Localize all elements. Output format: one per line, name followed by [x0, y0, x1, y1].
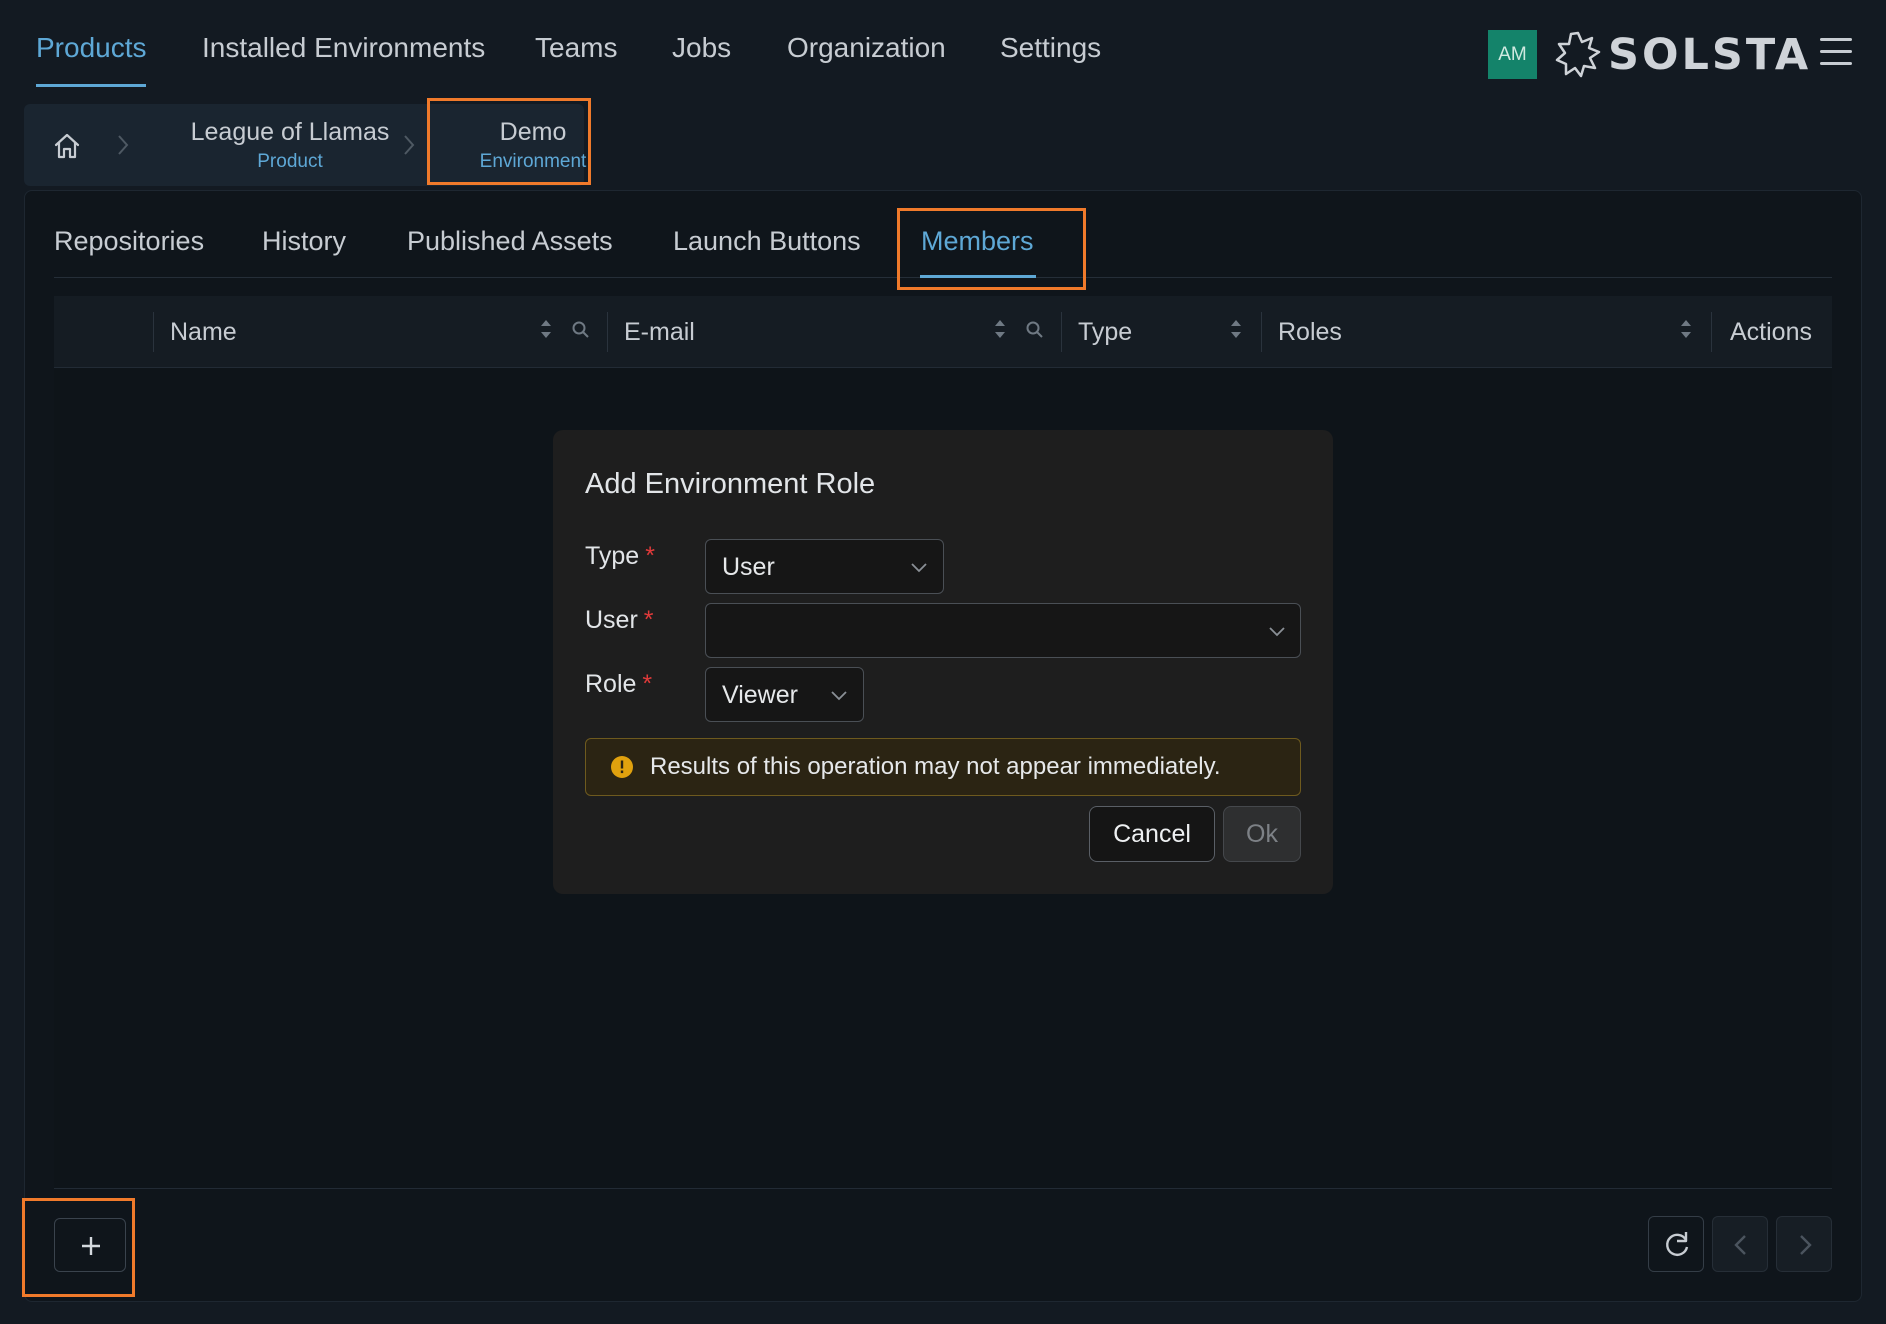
- nav-item-teams[interactable]: Teams: [535, 32, 617, 64]
- brand-logo: SOLSTA: [1552, 28, 1808, 80]
- type-select-value: User: [722, 553, 775, 581]
- role-select-value: Viewer: [722, 681, 798, 709]
- tab-published-assets[interactable]: Published Assets: [407, 226, 613, 257]
- next-page-button[interactable]: [1776, 1216, 1832, 1272]
- nav-item-products[interactable]: Products: [36, 32, 147, 64]
- required-marker: *: [643, 606, 654, 634]
- tab-repositories[interactable]: Repositories: [54, 226, 204, 257]
- tab-history[interactable]: History: [262, 226, 346, 257]
- role-select[interactable]: Viewer: [705, 667, 864, 722]
- tab-members[interactable]: Members: [921, 226, 1034, 257]
- top-navigation: Products Installed Environments Teams Jo…: [0, 0, 1886, 100]
- warning-alert: Results of this operation may not appear…: [585, 738, 1301, 796]
- column-divider: [153, 312, 154, 352]
- search-icon[interactable]: [571, 320, 591, 340]
- previous-page-button[interactable]: [1712, 1216, 1768, 1272]
- column-header-name[interactable]: Name: [170, 318, 237, 347]
- breadcrumb-environment-name: Demo: [499, 118, 567, 146]
- breadcrumb-environment-type: Environment: [479, 151, 587, 172]
- breadcrumb-product-name: League of Llamas: [190, 118, 390, 146]
- chevron-right-icon: [1800, 1235, 1812, 1255]
- ok-button[interactable]: Ok: [1223, 806, 1301, 862]
- column-header-email[interactable]: E-mail: [624, 318, 695, 347]
- role-field-label: Role *: [585, 670, 653, 698]
- brand-name: SOLSTA: [1608, 30, 1812, 80]
- hamburger-menu-icon[interactable]: [1820, 38, 1852, 68]
- breadcrumb-product-type: Product: [257, 151, 323, 172]
- table-footer-divider: [54, 1188, 1832, 1189]
- sort-icon[interactable]: [1679, 316, 1693, 342]
- sort-icon[interactable]: [539, 316, 553, 342]
- nav-item-installed-environments[interactable]: Installed Environments: [202, 32, 485, 64]
- column-header-roles[interactable]: Roles: [1278, 318, 1342, 347]
- add-environment-role-dialog: Add Environment Role Type * User User * Ro…: [553, 430, 1333, 894]
- user-avatar[interactable]: AM: [1488, 30, 1537, 79]
- chevron-right-icon: [404, 135, 415, 155]
- add-member-button[interactable]: [54, 1218, 126, 1272]
- user-field-label: User *: [585, 606, 654, 634]
- required-marker: *: [645, 542, 655, 570]
- type-field-label: Type *: [585, 542, 655, 570]
- chevron-down-icon: [911, 563, 927, 573]
- column-divider: [1711, 312, 1712, 352]
- breadcrumb: League of Llamas Product Demo Environmen…: [24, 104, 586, 186]
- column-divider: [1061, 312, 1062, 352]
- required-marker: *: [642, 670, 653, 698]
- table-header: [54, 296, 1832, 368]
- sort-icon[interactable]: [993, 316, 1007, 342]
- column-header-actions: Actions: [1730, 318, 1812, 346]
- column-divider: [1261, 312, 1262, 352]
- breadcrumb-item-product[interactable]: League of Llamas Product: [166, 118, 414, 173]
- dialog-title: Add Environment Role: [585, 468, 876, 500]
- sort-icon[interactable]: [1229, 316, 1243, 342]
- refresh-button[interactable]: [1648, 1216, 1704, 1272]
- plus-icon: [82, 1237, 100, 1255]
- user-select[interactable]: [705, 603, 1301, 658]
- tab-active-underline: [920, 275, 1036, 278]
- nav-active-underline: [36, 84, 146, 87]
- search-icon[interactable]: [1025, 320, 1045, 340]
- column-divider: [607, 312, 608, 352]
- type-select[interactable]: User: [705, 539, 944, 594]
- nav-item-jobs[interactable]: Jobs: [672, 32, 731, 64]
- refresh-icon: [1666, 1232, 1689, 1256]
- chevron-left-icon: [1734, 1235, 1746, 1255]
- logo-icon: [1555, 31, 1601, 78]
- column-header-type[interactable]: Type: [1078, 318, 1132, 347]
- nav-item-organization[interactable]: Organization: [787, 32, 946, 64]
- warning-icon: [611, 756, 633, 778]
- cancel-button[interactable]: Cancel: [1089, 806, 1215, 862]
- chevron-right-icon: [118, 135, 129, 155]
- home-icon[interactable]: [52, 132, 82, 160]
- chevron-down-icon: [831, 691, 847, 701]
- chevron-down-icon: [1269, 627, 1285, 637]
- nav-item-settings[interactable]: Settings: [1000, 32, 1101, 64]
- tab-launch-buttons[interactable]: Launch Buttons: [673, 226, 861, 257]
- warning-alert-text: Results of this operation may not appear…: [650, 753, 1221, 780]
- breadcrumb-item-environment[interactable]: Demo Environment: [450, 118, 616, 173]
